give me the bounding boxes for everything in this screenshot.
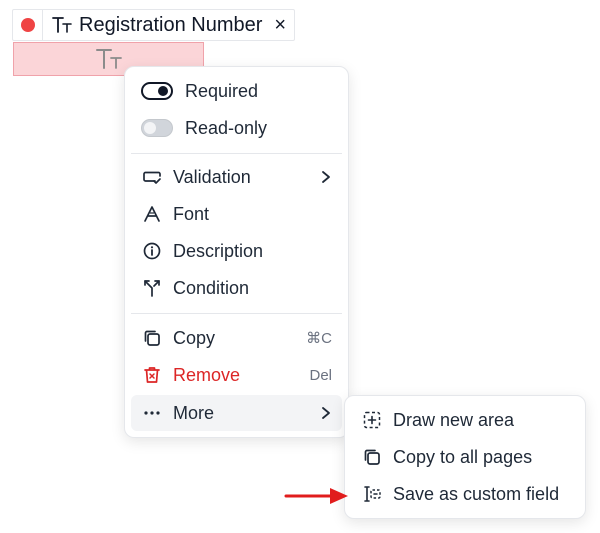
submenu-item-save-as-custom-field[interactable]: Save as custom field [351, 476, 579, 512]
menu-item-readonly[interactable]: Read-only [131, 110, 342, 146]
readonly-toggle[interactable] [141, 119, 173, 137]
menu-divider [131, 153, 342, 154]
page: Registration Number × Required Read-only [0, 0, 600, 533]
menu-item-validation[interactable]: Validation [131, 159, 342, 195]
menu-item-label: Remove [173, 364, 241, 385]
menu-item-condition[interactable]: Condition [131, 270, 342, 306]
text-type-icon [94, 46, 124, 72]
submenu-item-copy-to-all-pages[interactable]: Copy to all pages [351, 439, 579, 475]
status-indicator[interactable] [13, 10, 43, 40]
menu-item-more[interactable]: More [131, 395, 342, 431]
trash-icon [141, 364, 163, 386]
close-icon[interactable]: × [274, 14, 286, 37]
shortcut-hint: ⌘C [306, 330, 332, 347]
menu-item-font[interactable]: Font [131, 196, 342, 232]
copy-icon [361, 446, 383, 468]
chevron-right-icon [320, 170, 332, 184]
menu-divider [131, 313, 342, 314]
status-dot [20, 18, 35, 32]
custom-field-icon [361, 483, 383, 505]
input-check-icon [141, 166, 163, 188]
menu-item-label: Description [173, 240, 264, 261]
field-title: Registration Number [79, 13, 263, 36]
menu-item-label: Condition [173, 277, 250, 298]
menu-item-label: Required [185, 80, 259, 101]
submenu-item-label: Save as custom field [393, 483, 560, 504]
shortcut-hint: Del [309, 366, 332, 384]
draw-area-icon [361, 409, 383, 431]
text-type-icon [51, 15, 73, 35]
chevron-right-icon [320, 406, 332, 420]
menu-item-required[interactable]: Required [131, 73, 342, 109]
field-header: Registration Number × [12, 9, 296, 41]
menu-item-remove[interactable]: Remove Del [131, 357, 342, 393]
field-title-cell[interactable]: Registration Number × [43, 10, 294, 40]
menu-item-description[interactable]: Description [131, 233, 342, 269]
menu-item-label: Read-only [185, 117, 268, 138]
more-submenu: Draw new area Copy to all pages Save as … [344, 395, 586, 519]
branch-icon [141, 277, 163, 299]
dots-icon [141, 402, 163, 424]
submenu-item-label: Draw new area [393, 409, 515, 430]
required-toggle[interactable] [141, 82, 173, 100]
copy-icon [141, 327, 163, 349]
annotation-arrow-icon [284, 484, 354, 513]
menu-item-label: Copy [173, 327, 216, 348]
menu-item-label: More [173, 402, 215, 423]
info-circle-icon [141, 240, 163, 262]
submenu-item-label: Copy to all pages [393, 446, 533, 467]
menu-item-label: Validation [173, 166, 251, 187]
menu-item-copy[interactable]: Copy ⌘C [131, 320, 342, 356]
submenu-item-draw-new-area[interactable]: Draw new area [351, 402, 579, 438]
menu-item-label: Font [173, 203, 210, 224]
font-icon [141, 203, 163, 225]
context-menu: Required Read-only Validation Font Descr… [124, 66, 349, 438]
